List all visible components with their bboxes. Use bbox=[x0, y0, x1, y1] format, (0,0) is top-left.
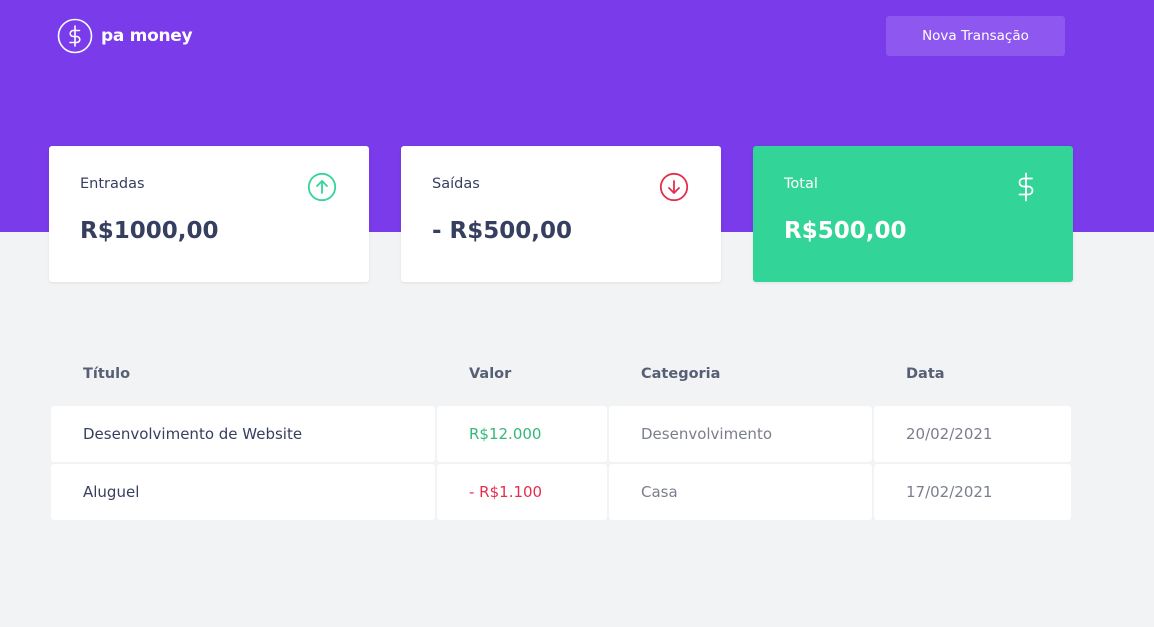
outcome-card: Saídas - R$500,00 bbox=[401, 146, 721, 282]
arrow-up-circle-icon bbox=[307, 172, 337, 202]
transaction-title: Desenvolvimento de Website bbox=[51, 406, 435, 462]
total-card: Total R$500,00 bbox=[753, 146, 1073, 282]
column-header-date: Data bbox=[906, 366, 945, 382]
transaction-title: Aluguel bbox=[51, 464, 435, 520]
income-value: R$1000,00 bbox=[80, 218, 219, 244]
total-label: Total bbox=[784, 176, 818, 192]
transaction-category: Casa bbox=[609, 464, 872, 520]
dollar-icon bbox=[1018, 172, 1034, 202]
transactions-table-header: Título Valor Categoria Data bbox=[0, 366, 1154, 386]
logo-text: pa money bbox=[101, 26, 193, 46]
column-header-category: Categoria bbox=[641, 366, 721, 382]
transaction-category: Desenvolvimento bbox=[609, 406, 872, 462]
outcome-label: Saídas bbox=[432, 176, 480, 192]
transaction-date: 17/02/2021 bbox=[874, 464, 1071, 520]
income-card: Entradas R$1000,00 bbox=[49, 146, 369, 282]
new-transaction-button[interactable]: Nova Transação bbox=[886, 16, 1065, 56]
transaction-value: R$12.000 bbox=[437, 406, 607, 462]
logo[interactable]: pa money bbox=[57, 18, 193, 54]
outcome-value: - R$500,00 bbox=[432, 218, 573, 244]
table-row[interactable]: Aluguel - R$1.100 Casa 17/02/2021 bbox=[51, 464, 1071, 520]
column-header-title: Título bbox=[83, 366, 131, 382]
transaction-date: 20/02/2021 bbox=[874, 406, 1071, 462]
arrow-down-circle-icon bbox=[659, 172, 689, 202]
column-header-value: Valor bbox=[469, 366, 512, 382]
table-row[interactable]: Desenvolvimento de Website R$12.000 Dese… bbox=[51, 406, 1071, 462]
income-label: Entradas bbox=[80, 176, 145, 192]
total-value: R$500,00 bbox=[784, 218, 907, 244]
transaction-value: - R$1.100 bbox=[437, 464, 607, 520]
dollar-circle-icon bbox=[57, 18, 93, 54]
